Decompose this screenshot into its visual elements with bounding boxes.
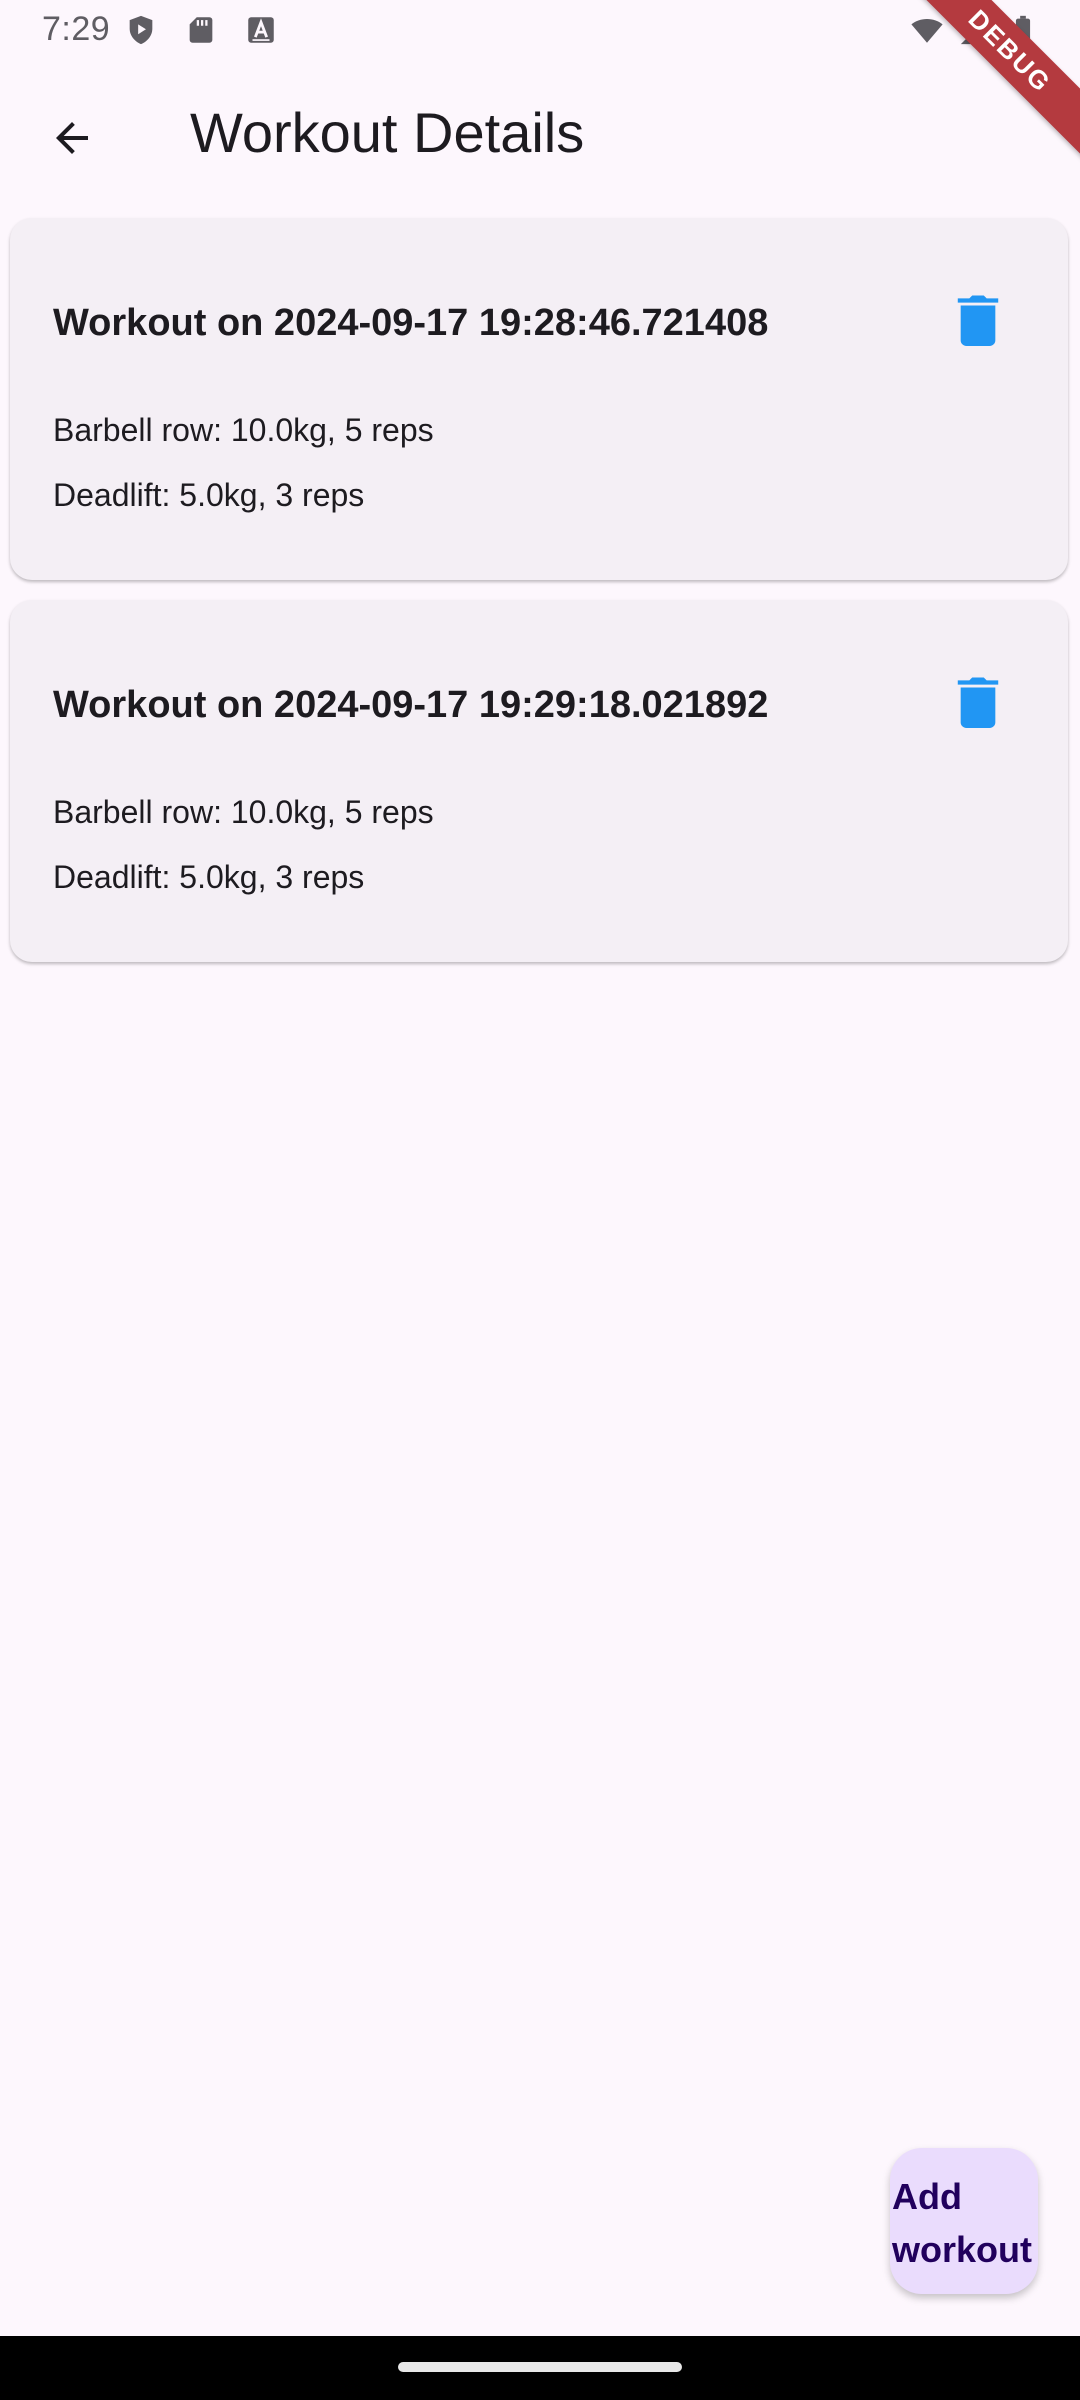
exercise-item: Deadlift: 5.0kg, 3 reps (53, 859, 365, 895)
shield-play-icon (129, 15, 153, 45)
sd-card-icon (189, 17, 213, 43)
add-workout-label-line1: Add (892, 2176, 962, 2217)
delete-workout-button[interactable] (946, 670, 1010, 734)
workout-list: Workout on 2024-09-17 19:28:46.721408 Ba… (10, 218, 1068, 982)
workout-card[interactable]: Workout on 2024-09-17 19:29:18.021892 Ba… (10, 600, 1068, 962)
font-a-icon (248, 17, 274, 43)
trash-icon (957, 295, 999, 346)
app-bar: Workout Details (0, 62, 1080, 210)
workout-title: Workout on 2024-09-17 19:29:18.021892 (53, 684, 769, 726)
system-nav-bar (0, 2336, 1080, 2400)
exercise-item: Barbell row: 10.0kg, 5 reps (53, 412, 434, 448)
arrow-back-icon (56, 122, 88, 154)
back-button[interactable] (34, 100, 110, 176)
status-bar: 7:29 (0, 0, 1080, 62)
home-gesture-handle[interactable] (398, 2362, 682, 2372)
workout-card[interactable]: Workout on 2024-09-17 19:28:46.721408 Ba… (10, 218, 1068, 580)
status-time: 7:29 (42, 10, 111, 48)
page-title: Workout Details (190, 101, 585, 164)
wifi-icon (911, 19, 943, 43)
add-workout-label-line2: workout (892, 2229, 1032, 2270)
add-workout-button[interactable]: Add workout (890, 2148, 1038, 2294)
exercise-item: Barbell row: 10.0kg, 5 reps (53, 794, 434, 830)
trash-icon (957, 677, 999, 728)
workout-title: Workout on 2024-09-17 19:28:46.721408 (53, 302, 769, 344)
exercise-item: Deadlift: 5.0kg, 3 reps (53, 477, 365, 513)
delete-workout-button[interactable] (946, 288, 1010, 352)
status-icons-left (124, 12, 278, 48)
add-workout-label: Add workout (892, 2170, 1042, 2276)
